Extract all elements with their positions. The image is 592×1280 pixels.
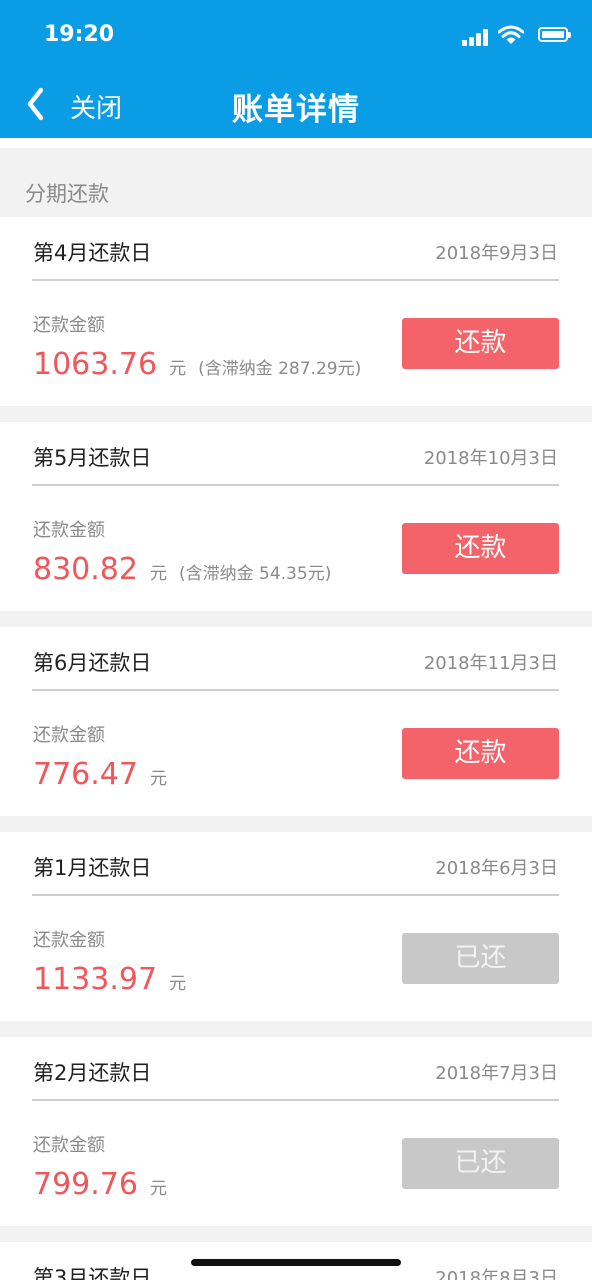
late-fee-note: (含滞纳金 54.35元) bbox=[178, 564, 332, 584]
amount-unit: 元 bbox=[149, 564, 167, 584]
repay-button[interactable]: 还款 bbox=[402, 728, 559, 779]
bill-period-title: 第3月还款日 bbox=[33, 1266, 152, 1280]
amount-label: 还款金额 bbox=[33, 1135, 105, 1156]
home-indicator[interactable] bbox=[191, 1259, 401, 1266]
repay-button[interactable]: 还款 bbox=[402, 318, 559, 369]
battery-icon bbox=[538, 27, 571, 42]
bill-period-title: 第2月还款日 bbox=[33, 1061, 152, 1085]
amount-unit: 元 bbox=[149, 769, 167, 789]
bill-card: 第4月还款日 2018年9月3日 还款金额 1063.76 元 (含滞纳金 287.… bbox=[0, 217, 592, 406]
amount-row: 776.47 元 bbox=[33, 757, 167, 792]
bill-due-date: 2018年8月3日 bbox=[435, 1268, 558, 1280]
bill-period-title: 第5月还款日 bbox=[33, 446, 152, 470]
amount-unit: 元 bbox=[169, 359, 187, 379]
amount-value: 776.47 bbox=[33, 757, 138, 792]
amount-row: 830.82 元 (含滞纳金 54.35元) bbox=[33, 552, 331, 587]
amount-row: 1133.97 元 bbox=[33, 962, 186, 997]
bill-due-date: 2018年6月3日 bbox=[435, 858, 558, 879]
late-fee-note: (含滞纳金 287.29元) bbox=[198, 359, 362, 379]
amount-label: 还款金额 bbox=[33, 725, 105, 746]
card-divider bbox=[32, 689, 559, 691]
section-label: 分期还款 bbox=[25, 182, 109, 206]
amount-value: 1133.97 bbox=[33, 962, 158, 997]
repay-button[interactable]: 还款 bbox=[402, 523, 559, 574]
amount-row: 799.76 元 bbox=[33, 1167, 167, 1202]
amount-value: 799.76 bbox=[33, 1167, 138, 1202]
card-divider bbox=[32, 1099, 559, 1101]
bill-card: 第6月还款日 2018年11月3日 还款金额 776.47 元 还款 bbox=[0, 627, 592, 816]
bill-card: 第2月还款日 2018年7月3日 还款金额 799.76 元 已还 bbox=[0, 1037, 592, 1226]
amount-label: 还款金额 bbox=[33, 520, 105, 541]
signal-icon bbox=[462, 28, 490, 46]
bill-due-date: 2018年9月3日 bbox=[435, 243, 558, 264]
paid-status-button[interactable]: 已还 bbox=[402, 933, 559, 984]
bill-due-date: 2018年11月3日 bbox=[423, 653, 558, 674]
card-divider bbox=[32, 279, 559, 281]
bill-card: 第1月还款日 2018年6月3日 还款金额 1133.97 元 已还 bbox=[0, 832, 592, 1021]
bill-card: 第5月还款日 2018年10月3日 还款金额 830.82 元 (含滞纳金 54.3… bbox=[0, 422, 592, 611]
wifi-icon bbox=[498, 25, 524, 44]
card-divider bbox=[32, 894, 559, 896]
card-divider bbox=[32, 484, 559, 486]
amount-unit: 元 bbox=[149, 1179, 167, 1199]
amount-unit: 元 bbox=[169, 974, 187, 994]
bill-due-date: 2018年10月3日 bbox=[423, 448, 558, 469]
status-time: 19:20 bbox=[44, 22, 115, 47]
paid-status-button[interactable]: 已还 bbox=[402, 1138, 559, 1189]
bill-period-title: 第1月还款日 bbox=[33, 856, 152, 880]
amount-label: 还款金额 bbox=[33, 930, 105, 951]
amount-value: 1063.76 bbox=[33, 347, 158, 382]
app-header: 19:20 关闭 账单详情 bbox=[0, 0, 592, 138]
page-title: 账单详情 bbox=[232, 92, 360, 128]
amount-value: 830.82 bbox=[33, 552, 138, 587]
bill-period-title: 第6月还款日 bbox=[33, 651, 152, 675]
bill-period-title: 第4月还款日 bbox=[33, 241, 152, 265]
header-divider bbox=[0, 138, 592, 148]
bill-due-date: 2018年7月3日 bbox=[435, 1063, 558, 1084]
amount-label: 还款金额 bbox=[33, 315, 105, 336]
amount-row: 1063.76 元 (含滞纳金 287.29元) bbox=[33, 347, 361, 382]
